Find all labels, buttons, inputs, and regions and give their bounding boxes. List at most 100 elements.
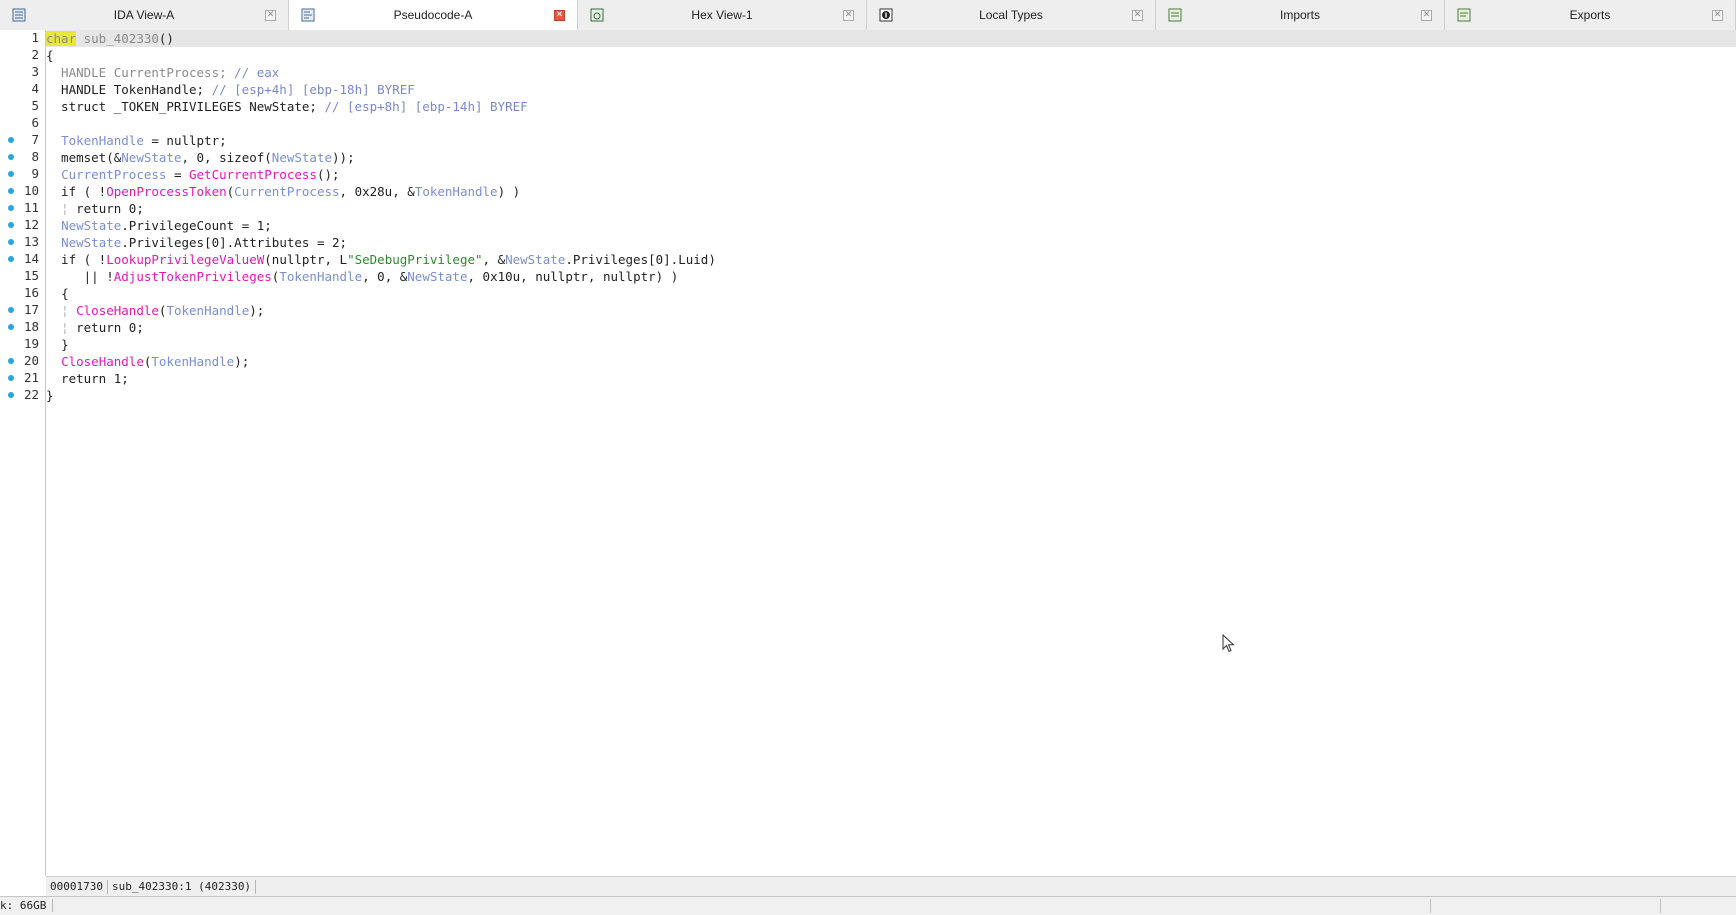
breakpoint-dot-icon[interactable] xyxy=(8,256,14,262)
line-number: 19 xyxy=(23,336,39,351)
gutter-line: 18 xyxy=(0,319,45,336)
code-line[interactable]: NewState.PrivilegeCount = 1; xyxy=(46,217,272,234)
breakpoint-dot-icon[interactable] xyxy=(8,324,14,330)
code-token: HANDLE TokenHandle; xyxy=(46,82,212,97)
code-variable: TokenHandle xyxy=(61,133,144,148)
code-line[interactable]: ¦ return 0; xyxy=(46,200,144,217)
close-icon[interactable]: ✕ xyxy=(1421,10,1432,21)
line-number: 22 xyxy=(23,387,39,402)
code-string: "SeDebugPrivilege" xyxy=(347,252,483,267)
code-line[interactable]: struct _TOKEN_PRIVILEGES NewState; // [e… xyxy=(46,98,528,115)
code-variable: NewState xyxy=(407,269,468,284)
code-line[interactable]: if ( !LookupPrivilegeValueW(nullptr, L"S… xyxy=(46,251,716,268)
code-token: .Privileges[0].Attributes = 2; xyxy=(121,235,348,250)
code-line[interactable]: { xyxy=(46,47,54,64)
close-icon[interactable]: ✕ xyxy=(1132,10,1143,21)
current-location: sub_402330:1 (402330) xyxy=(108,880,257,894)
code-variable: TokenHandle xyxy=(151,354,235,369)
breakpoint-dot-icon[interactable] xyxy=(8,392,14,398)
code-variable: NewState xyxy=(121,150,182,165)
tab-label: Imports xyxy=(1279,8,1320,22)
tab-label: Exports xyxy=(1569,8,1611,22)
code-token: , 0, & xyxy=(362,269,408,284)
line-number: 15 xyxy=(23,268,39,283)
tab-local-types[interactable]: Local Types ✕ xyxy=(867,0,1156,30)
code-variable: NewState xyxy=(505,252,566,267)
code-line[interactable]: CurrentProcess = GetCurrentProcess(); xyxy=(46,166,340,183)
line-number: 13 xyxy=(23,234,39,249)
code-line[interactable]: ¦ return 0; xyxy=(46,319,144,336)
code-line[interactable]: HANDLE TokenHandle; // [esp+4h] [ebp-18h… xyxy=(46,81,415,98)
tab-exports[interactable]: Exports ✕ xyxy=(1445,0,1736,30)
disk-space-indicator: k: 66GB xyxy=(0,899,54,912)
code-token: ) ) xyxy=(497,184,521,199)
code-token: { xyxy=(46,48,54,63)
code-variable: NewState xyxy=(61,218,122,233)
function-name: sub_402330 xyxy=(76,31,159,46)
code-line[interactable]: return 1; xyxy=(46,370,129,387)
line-number: 6 xyxy=(31,115,39,130)
code-line[interactable]: || !AdjustTokenPrivileges(TokenHandle, 0… xyxy=(46,268,679,285)
pseudocode-editor[interactable]: char sub_402330() { HANDLE CurrentProces… xyxy=(46,30,1736,876)
code-token: return 0; xyxy=(76,201,144,216)
breakpoint-dot-icon[interactable] xyxy=(8,375,14,381)
gutter-line: 10 xyxy=(0,183,45,200)
breakpoint-dot-icon[interactable] xyxy=(8,171,14,177)
close-icon[interactable]: ✕ xyxy=(265,10,276,21)
code-line[interactable]: { xyxy=(46,285,69,302)
code-comment: // eax xyxy=(234,65,280,80)
code-line[interactable]: } xyxy=(46,387,54,404)
code-line[interactable]: HANDLE CurrentProcess; // eax xyxy=(46,64,279,81)
breakpoint-dot-icon[interactable] xyxy=(8,239,14,245)
breakpoint-dot-icon[interactable] xyxy=(8,137,14,143)
gutter-line: 14 xyxy=(0,251,45,268)
code-token: )); xyxy=(332,150,355,165)
status-divider xyxy=(1660,899,1661,913)
pseudocode-icon xyxy=(301,8,315,22)
breakpoint-dot-icon[interactable] xyxy=(8,222,14,228)
close-icon[interactable]: ✕ xyxy=(843,10,854,21)
line-number: 10 xyxy=(23,183,39,198)
code-line[interactable]: memset(&NewState, 0, sizeof(NewState)); xyxy=(46,149,355,166)
gutter-line: 22 xyxy=(0,387,45,404)
breakpoint-dot-icon[interactable] xyxy=(8,205,14,211)
breakpoint-dot-icon[interactable] xyxy=(8,154,14,160)
code-line[interactable]: NewState.Privileges[0].Attributes = 2; xyxy=(46,234,347,251)
gutter-line: 15 xyxy=(0,268,45,285)
line-number: 21 xyxy=(23,370,39,385)
breakpoint-dot-icon[interactable] xyxy=(8,307,14,313)
tab-hex-view[interactable]: Hex View-1 ✕ xyxy=(578,0,867,30)
code-line[interactable]: if ( !OpenProcessToken(CurrentProcess, 0… xyxy=(46,183,520,200)
code-token: = xyxy=(166,167,189,182)
code-token: if ( ! xyxy=(46,184,107,199)
line-number: 3 xyxy=(31,64,39,79)
gutter-line: 11 xyxy=(0,200,45,217)
gutter-line: 6 xyxy=(0,115,45,132)
code-line[interactable]: TokenHandle = nullptr; xyxy=(46,132,227,149)
breakpoint-dot-icon[interactable] xyxy=(8,188,14,194)
gutter-line: 13 xyxy=(0,234,45,251)
code-line[interactable]: char sub_402330() xyxy=(46,30,1736,47)
code-token: (); xyxy=(316,167,340,182)
code-token: (nullptr, L xyxy=(264,252,348,267)
code-line[interactable]: } xyxy=(46,336,69,353)
imports-icon xyxy=(1168,8,1182,22)
breakpoint-dot-icon[interactable] xyxy=(8,358,14,364)
tab-ida-view[interactable]: IDA View-A ✕ xyxy=(0,0,289,30)
main-status-bar: k: 66GB xyxy=(0,896,1736,915)
code-token: ); xyxy=(249,303,265,318)
gutter-line: 5 xyxy=(0,98,45,115)
code-token: return 0; xyxy=(76,320,144,335)
gutter-line: 3 xyxy=(0,64,45,81)
tab-pseudocode[interactable]: Pseudocode-A ✕ xyxy=(289,0,578,30)
code-token: .PrivilegeCount = 1; xyxy=(121,218,272,233)
code-line[interactable]: ¦ CloseHandle(TokenHandle); xyxy=(46,302,264,319)
code-token: , 0, sizeof( xyxy=(181,150,272,165)
tab-imports[interactable]: Imports ✕ xyxy=(1156,0,1445,30)
line-number: 16 xyxy=(23,285,39,300)
line-number: 14 xyxy=(23,251,39,266)
line-number: 9 xyxy=(31,166,39,181)
code-line[interactable]: CloseHandle(TokenHandle); xyxy=(46,353,249,370)
close-icon[interactable]: ✕ xyxy=(1712,10,1723,21)
close-icon[interactable]: ✕ xyxy=(554,10,565,21)
